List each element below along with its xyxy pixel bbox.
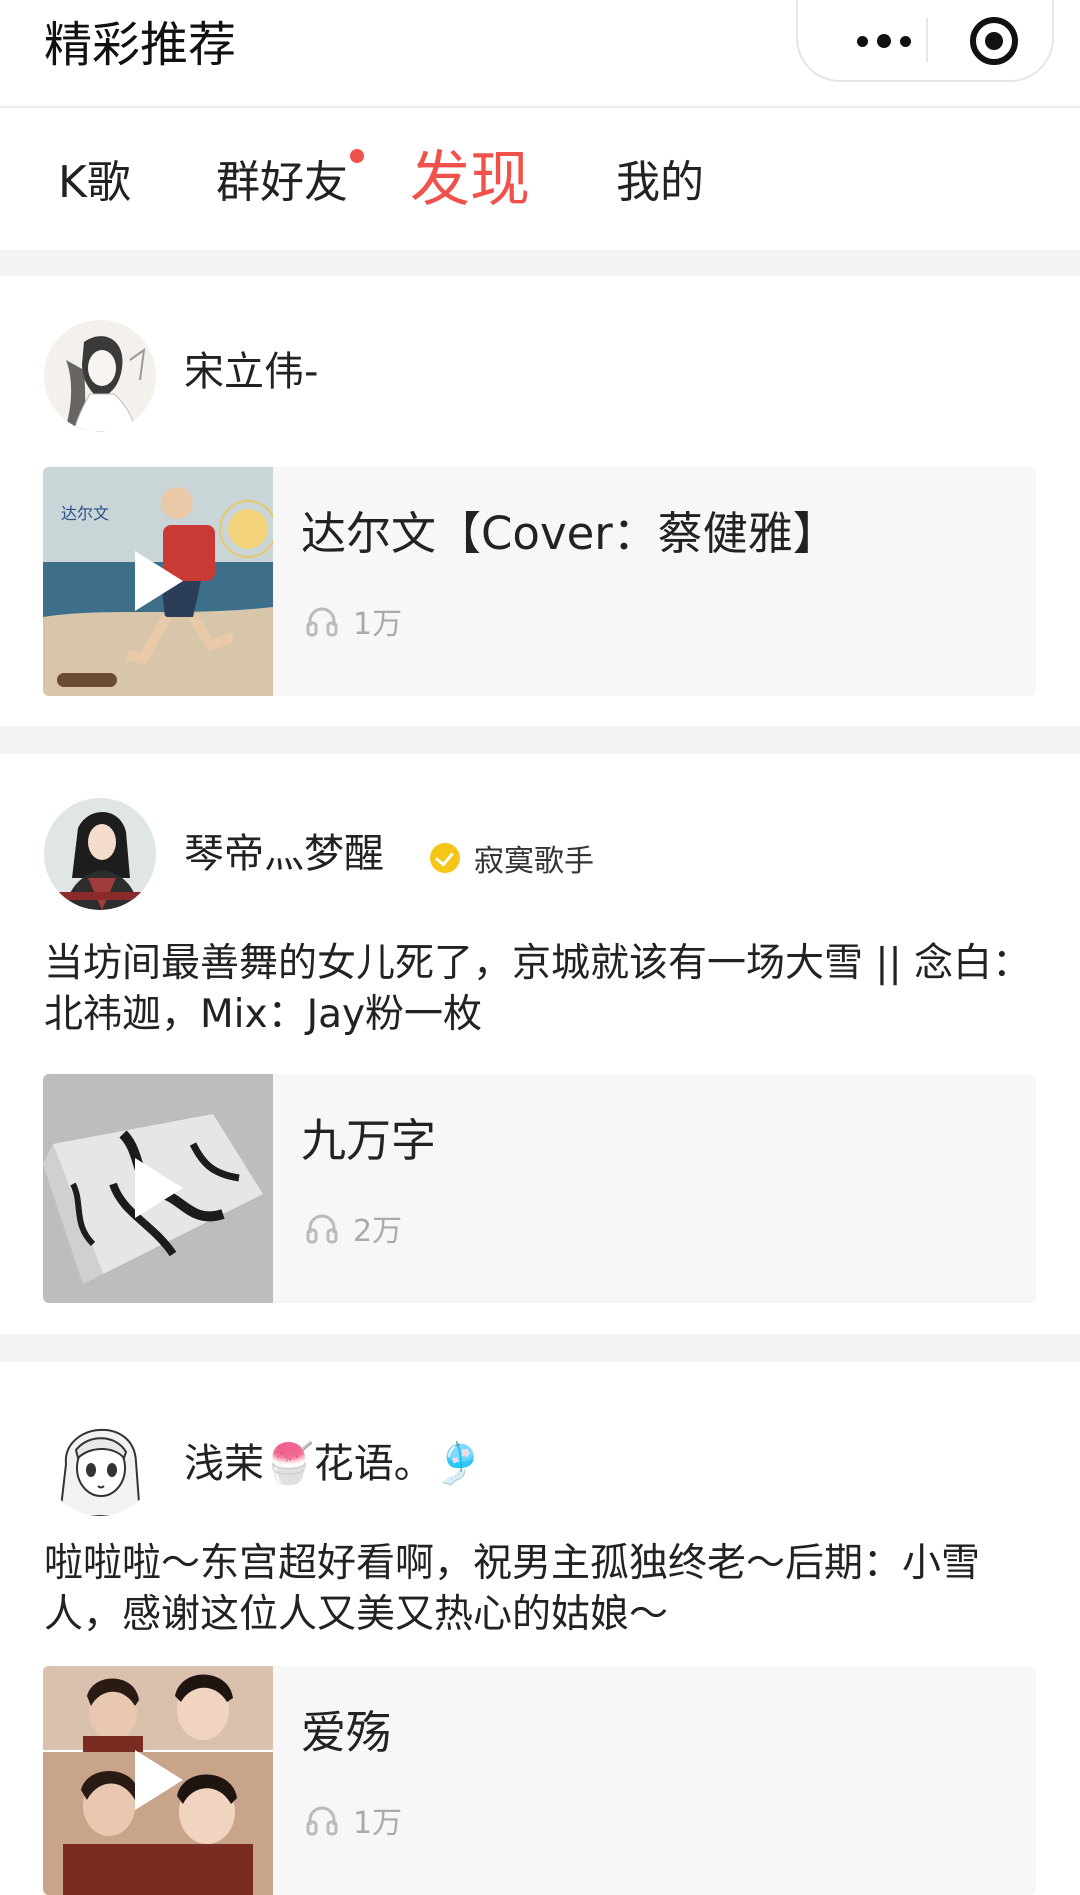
nav-header: 精彩推荐 [0,0,1080,108]
play-icon[interactable] [135,551,183,611]
user-name[interactable]: 琴帝灬梦醒 [184,826,384,882]
play-count-value: 1万 [353,607,403,642]
tab-label: 群好友 [216,157,348,208]
ink-drawing-avatar [44,320,156,432]
section-divider [0,1334,1080,1362]
song-title: 达尔文【Cover：蔡健雅】 [301,507,838,560]
svg-text:达尔文: 达尔文 [61,504,109,523]
anime-girl-avatar [44,1404,156,1516]
play-count: 1万 [305,1800,403,1841]
feed-post: 琴帝灬梦醒 寂寞歌手 当坊间最善舞的女儿死了，京城就该有一场大雪 || 念白：北… [0,754,1080,1334]
post-description: 当坊间最善舞的女儿死了，京城就该有一场大雪 || 念白：北祎迦，Mix：Jay粉… [44,941,1032,1037]
song-cover [43,1666,273,1895]
song-title: 九万字 [301,1114,437,1167]
song-cover: 达尔文 [43,467,273,696]
more-dots-icon[interactable] [834,26,934,56]
capsule-divider [926,18,928,62]
feed-post: 宋立伟- 达尔文 达尔文【Cover：蔡健雅】 1万 [0,276,1080,726]
tab-discover[interactable]: 发现 [410,138,530,222]
play-icon[interactable] [135,1750,183,1810]
section-divider [0,250,1080,276]
song-card[interactable]: 达尔文 达尔文【Cover：蔡健雅】 1万 [43,467,1036,696]
avatar[interactable] [44,798,156,910]
mini-program-capsule [796,0,1054,82]
headphones-icon [306,607,338,637]
badge-label: 寂寞歌手 [474,844,594,879]
play-count-value: 2万 [353,1214,403,1249]
user-name[interactable]: 宋立伟- [184,344,318,400]
tab-mine[interactable]: 我的 [616,153,704,213]
song-card[interactable]: 九万字 2万 [43,1074,1036,1303]
play-count-value: 1万 [353,1806,403,1841]
song-cover [43,1074,273,1303]
warrior-illustration-avatar [44,798,156,910]
target-circle-icon[interactable] [970,17,1018,65]
section-divider [0,726,1080,754]
play-count: 1万 [305,601,403,642]
red-dot-badge [350,149,364,163]
tab-group-friends[interactable]: 群好友 [216,149,364,213]
tab-bar: K歌 群好友 发现 我的 [0,108,1080,248]
headphones-icon [306,1806,338,1836]
tab-k-song[interactable]: K歌 [58,153,131,213]
avatar[interactable] [44,1404,156,1516]
song-title: 爱殇 [301,1706,392,1759]
verified-icon [430,843,460,873]
page-title: 精彩推荐 [44,17,237,73]
user-name[interactable]: 浅茉🍧花语。🎐 [184,1436,484,1492]
play-count: 2万 [305,1208,403,1249]
user-badge: 寂寞歌手 [430,836,594,880]
song-card[interactable]: 爱殇 1万 [43,1666,1036,1895]
play-icon[interactable] [135,1158,183,1218]
headphones-icon [306,1214,338,1244]
feed-post: 浅茉🍧花语。🎐 啦啦啦～东宫超好看啊，祝男主孤独终老～后期：小雪人，感谢这位人又… [0,1362,1080,1895]
avatar[interactable] [44,320,156,432]
post-description: 啦啦啦～东宫超好看啊，祝男主孤独终老～后期：小雪人，感谢这位人又美又热心的姑娘～ [44,1541,981,1637]
